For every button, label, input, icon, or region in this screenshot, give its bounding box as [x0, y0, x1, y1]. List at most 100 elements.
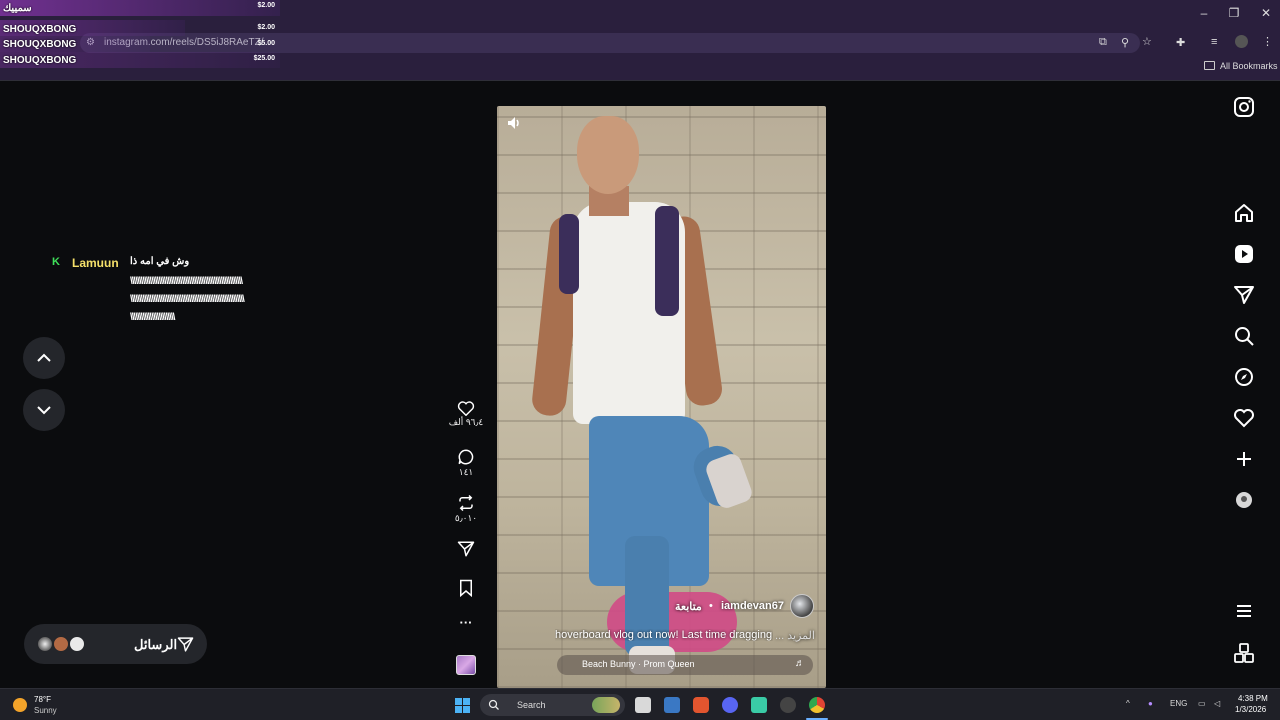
reel-caption: hoverboard vlog out now! Last time dragg… [555, 629, 773, 641]
bookmark-icon [460, 579, 472, 597]
send-icon [457, 541, 475, 557]
discord-icon[interactable] [722, 697, 738, 713]
save-button[interactable] [446, 579, 486, 597]
chat-message: وش في امه ذا [130, 256, 190, 267]
profile-avatar[interactable] [1235, 35, 1248, 48]
repost-button[interactable]: ٥٫٠١٠ [446, 494, 486, 524]
messages-label: الرسائل [134, 637, 178, 652]
donation-amount: $25.00 [253, 55, 275, 62]
audio-track: Beach Bunny · Prom Queen [582, 659, 695, 669]
app-icon[interactable] [751, 697, 767, 713]
chat-message-line: \\\\\\\\\\\\\\\\\\\\\\\\\\\\\\\\\\\\\\\\… [130, 294, 245, 305]
separator-dot: • [709, 600, 713, 612]
clock-time[interactable]: 4:38 PM [1238, 694, 1268, 703]
search-icon[interactable] [1232, 324, 1256, 348]
more-apps-icon[interactable] [1232, 641, 1256, 665]
language-indicator[interactable]: ENG [1170, 699, 1187, 708]
send-icon [177, 637, 194, 652]
taskbar: 78°F Sunny Search ^ ● ENG ▭ ◁ 4:38 PM 1/… [0, 688, 1280, 720]
share-button[interactable] [446, 540, 486, 558]
chat-badge: K [52, 256, 60, 268]
brave-browser-icon[interactable] [693, 697, 709, 713]
donation-amount: $2.00 [257, 24, 275, 31]
comment-button[interactable]: ١٤١ [446, 448, 486, 478]
mute-icon[interactable] [505, 114, 523, 132]
like-count: ٩٦٫٤ ألف [448, 417, 484, 427]
avatar [37, 636, 53, 652]
reels-icon[interactable] [1232, 242, 1256, 266]
windows-start-icon[interactable] [455, 698, 470, 713]
task-view-icon[interactable] [635, 697, 651, 713]
like-button[interactable]: ٩٦٫٤ ألف [446, 400, 486, 428]
more-options-button[interactable]: ··· [446, 615, 486, 630]
instagram-icon[interactable] [1232, 95, 1256, 119]
network-icon[interactable]: ▭ [1198, 699, 1206, 708]
profile-icon[interactable] [1232, 488, 1256, 512]
avatar [69, 636, 85, 652]
messages-button[interactable]: الرسائل [24, 624, 207, 664]
donation-title-amount: $2.00 [257, 2, 275, 9]
steam-icon[interactable] [780, 697, 796, 713]
comment-count: ١٤١ [458, 467, 474, 477]
taskbar-search[interactable]: Search [480, 694, 625, 716]
restore-button[interactable]: ❐ [1224, 6, 1244, 20]
browser-menu-icon[interactable]: ⋮ [1262, 35, 1273, 48]
donation-row: SHOUQXBONG $25.00 [0, 52, 280, 68]
music-note-icon: ♬ [795, 658, 805, 669]
weather-condition[interactable]: Sunny [34, 706, 57, 715]
chevron-down-icon [37, 406, 51, 415]
send-icon[interactable] [1232, 283, 1256, 307]
all-bookmarks[interactable]: All Bookmarks [1220, 61, 1278, 71]
folder-icon [1204, 61, 1215, 70]
media-control-icon[interactable]: ≡ [1211, 36, 1217, 48]
chat-message-line: \\\\\\\\\\\\\\\\\\\\\\\\\\\\\\\\\\\\\\\\… [130, 276, 243, 287]
donation-amount: $5.00 [257, 40, 275, 47]
next-reel-button[interactable] [23, 389, 65, 431]
heart-like-icon [457, 401, 475, 416]
repost-count: ٥٫٠١٠ [454, 513, 478, 523]
follow-button[interactable]: متابعة [675, 600, 702, 613]
weather-temp[interactable]: 78°F [34, 695, 51, 704]
reel-audio-pill[interactable]: Beach Bunny · Prom Queen ♬ [557, 655, 813, 675]
repost-icon [459, 494, 473, 512]
search-highlight-image [592, 697, 620, 713]
menu-icon[interactable] [1232, 599, 1256, 623]
extensions-icon[interactable]: ✚ [1176, 36, 1185, 49]
close-window-button[interactable]: ✕ [1256, 6, 1276, 20]
reel-author-username[interactable]: iamdevan67 [721, 600, 784, 612]
reel-video[interactable]: iamdevan67 • متابعة hoverboard vlog out … [497, 106, 826, 688]
donation-name: SHOUQXBONG [3, 55, 77, 66]
search-label: Search [517, 700, 546, 710]
calculator-icon[interactable] [664, 697, 680, 713]
donation-name: SHOUQXBONG [3, 24, 77, 35]
comment-icon [458, 449, 474, 465]
explore-icon[interactable] [1232, 365, 1256, 389]
search-icon [488, 699, 499, 710]
heart-icon[interactable] [1232, 406, 1256, 430]
clock-date[interactable]: 1/3/2026 [1235, 705, 1266, 714]
previous-reel-button[interactable] [23, 337, 65, 379]
minimize-button[interactable]: – [1194, 6, 1214, 20]
donation-name: SHOUQXBONG [3, 39, 77, 50]
chat-username: Lamuun [72, 256, 119, 270]
donation-row: SHOUQXBONG $5.00 [0, 36, 280, 52]
microphone-icon[interactable]: ● [1148, 699, 1153, 708]
cast-icon[interactable]: ⧉ [1099, 36, 1107, 49]
reel-author-avatar[interactable] [790, 594, 814, 618]
chevron-up-icon [37, 353, 51, 362]
chrome-icon[interactable] [809, 697, 825, 713]
audio-thumbnail[interactable] [456, 655, 476, 675]
donation-row: SHOUQXBONG $2.00 [0, 20, 280, 36]
plus-icon[interactable] [1232, 447, 1256, 471]
donation-title-row: سمييك $2.00 [0, 0, 280, 16]
volume-icon[interactable]: ◁ [1214, 699, 1220, 708]
zoom-icon[interactable]: ⚲ [1121, 36, 1129, 49]
home-icon[interactable] [1232, 201, 1256, 225]
tray-expand-icon[interactable]: ^ [1126, 699, 1130, 708]
bookmark-star-icon[interactable]: ☆ [1142, 35, 1152, 48]
weather-sun-icon[interactable] [13, 698, 27, 712]
more-caption-link[interactable]: ... المزيد [775, 629, 815, 642]
donation-title: سمييك [3, 3, 32, 14]
avatar [53, 636, 69, 652]
chat-message-line: \\\\\\\\\\\\\\\\\\\\\\\\\ [130, 312, 175, 323]
